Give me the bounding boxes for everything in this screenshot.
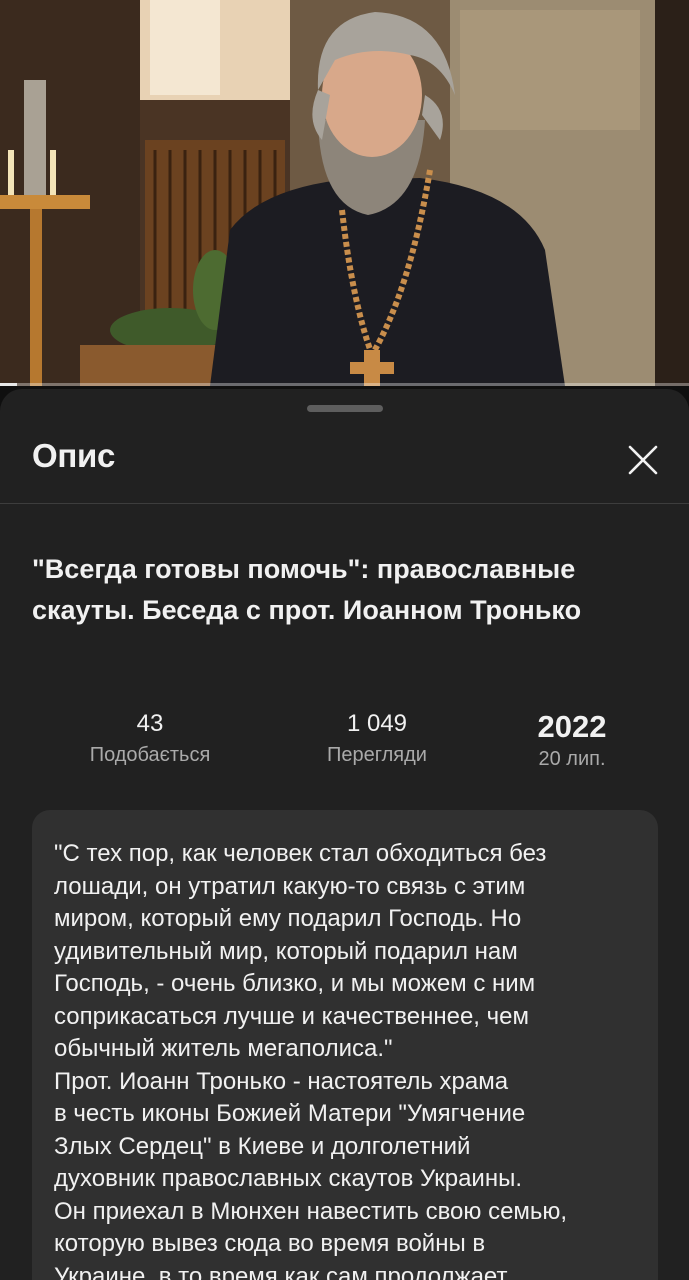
description-line: обычный житель мегаполиса." [54,1035,393,1062]
likes-count: 43 [136,710,164,737]
description-line: миром, который ему подарил Господь. Но [54,905,522,932]
description-line: удивительный мир, который подарил нам [54,937,518,965]
views-count: 1 049 [346,710,408,737]
drag-handle[interactable] [307,405,383,412]
close-icon [628,445,658,475]
description-box[interactable]: "С тех пор, как человек стал обходиться … [32,810,658,1280]
publish-year: 2022 [537,709,607,744]
likes-stat: 43 Подобається [60,709,240,771]
likes-label: Подобається [89,744,211,766]
video-stats: 43 Подобається 1 049 Перегляди 2022 20 л… [0,701,689,791]
description-line: Злых Сердец" в Киеве и долголетний [54,1132,471,1160]
description-line: Господь, - очень близко, и мы можем с ни… [54,970,536,997]
description-line: соприкасаться лучше и качественнее, чем [54,1002,529,1030]
sheet-title: Опис [32,437,116,474]
description-text: "С тех пор, как человек стал обходиться … [54,838,644,1280]
description-line: духовник православных скаутов Украины. [54,1165,522,1192]
video-title: "Всегда готовы помочь": православные ска… [32,554,582,625]
sheet-header: Опис [0,417,689,503]
description-line: "С тех пор, как человек стал обходиться … [54,840,547,867]
description-line: которую вывез сюда во время войны в [54,1230,486,1257]
video-progress-bar[interactable] [0,383,689,386]
date-stat: 2022 20 лип. [482,710,662,774]
views-stat: 1 049 Перегляди [287,709,467,771]
description-line: лошади, он утратил какую-то связь с этим [54,872,526,900]
video-frame [0,0,689,386]
description-line: Он приехал в Мюнхен навестить свою семью… [54,1197,568,1225]
close-button[interactable] [622,439,664,481]
video-progress-fill [0,383,18,386]
views-label: Перегляди [327,744,427,766]
description-line: Прот. Иоанн Тронько - настоятель храма [54,1067,509,1095]
publish-date: 20 лип. [538,748,606,770]
header-divider [0,503,689,504]
description-line: в честь иконы Божией Матери "Умягчение [54,1100,526,1127]
video-player[interactable] [0,0,689,386]
description-line: Украине, в то время как сам продолжает [54,1262,508,1280]
description-sheet: Опис "Всегда готовы помочь": православны… [0,389,689,1280]
